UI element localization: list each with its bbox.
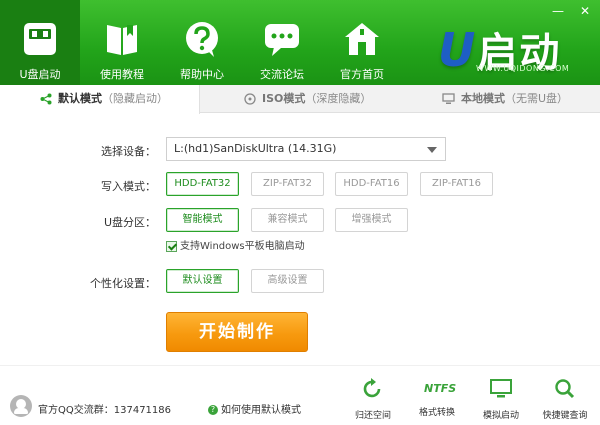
nav-label: 使用教程	[100, 68, 144, 81]
usb-drive-icon	[24, 23, 56, 55]
personalize-label: 个性化设置：	[90, 277, 156, 290]
help-icon	[186, 22, 218, 57]
minimize-button[interactable]: —	[552, 4, 564, 18]
nav-usb-boot[interactable]: U盘启动	[0, 0, 80, 85]
device-label: 选择设备：	[101, 145, 156, 158]
tablet-support-label: 支持Windows平板电脑启动	[180, 241, 305, 252]
logo-url: WWW.UQIDONG.COM	[476, 64, 570, 73]
footer-bar: 官方QQ交流群：137471186 ? 如何使用默认模式 归还空间 NTFS 格式…	[0, 365, 600, 425]
personal-option-advanced[interactable]: 高级设置	[251, 269, 324, 293]
partition-label: U盘分区：	[103, 216, 156, 229]
device-select[interactable]: L:(hd1)SanDiskUltra (14.31G)	[166, 137, 446, 161]
qq-group-text: 官方QQ交流群：137471186	[38, 405, 172, 416]
format-convert-button[interactable]: NTFS 格式转换	[412, 378, 462, 418]
nav-label: 官方首页	[340, 68, 384, 81]
write-option-zip-fat32[interactable]: ZIP-FAT32	[251, 172, 324, 196]
mode-tabs: 默认模式（隐藏启动） ISO模式（深度隐藏） 本地模式（无需U盘）	[0, 85, 600, 114]
personal-option-default[interactable]: 默认设置	[166, 269, 239, 293]
disc-icon	[244, 93, 256, 105]
tablet-support-row[interactable]: 支持Windows平板电脑启动	[166, 240, 305, 254]
tool-label: 快捷键查询	[542, 411, 588, 421]
nav-forum[interactable]: 交流论坛	[242, 0, 322, 85]
chevron-down-icon[interactable]	[427, 147, 437, 153]
restore-space-button[interactable]: 归还空间	[348, 378, 398, 421]
tool-label: 模拟启动	[482, 411, 519, 421]
tab-iso-mode[interactable]: ISO模式（深度隐藏）	[244, 85, 371, 113]
shortcut-query-button[interactable]: 快捷键查询	[540, 378, 590, 421]
partition-option-compat[interactable]: 兼容模式	[251, 208, 324, 232]
tab-title: 默认模式	[58, 92, 102, 105]
nav-label: 帮助中心	[180, 68, 224, 81]
write-mode-label: 写入模式：	[101, 180, 156, 193]
nav-help-center[interactable]: 帮助中心	[162, 0, 242, 85]
tool-label: 格式转换	[418, 408, 455, 418]
tab-hint: （无需U盘）	[505, 92, 569, 105]
tablet-support-checkbox[interactable]	[166, 240, 177, 252]
nav-homepage[interactable]: 官方首页	[322, 0, 402, 85]
simulate-boot-button[interactable]: 模拟启动	[476, 378, 526, 421]
header-bar: U盘启动 使用教程 帮助中心 交流论坛 官方首页 U启动 WWW.UQIDONG…	[0, 0, 600, 85]
restore-icon	[363, 378, 381, 398]
tab-title: 本地模式	[461, 92, 505, 105]
ntfs-icon: NTFS	[424, 382, 457, 395]
tab-local-mode[interactable]: 本地模式（无需U盘）	[442, 85, 568, 113]
tab-title: ISO模式	[262, 92, 306, 105]
tool-label: 归还空间	[354, 411, 391, 421]
device-select-value: L:(hd1)SanDiskUltra (14.31G)	[174, 142, 337, 155]
write-option-hdd-fat32[interactable]: HDD-FAT32	[166, 172, 239, 196]
partition-option-enhanced[interactable]: 增强模式	[335, 208, 408, 232]
help-default-mode-link[interactable]: ? 如何使用默认模式	[208, 401, 301, 416]
search-icon	[555, 379, 575, 399]
nav-tutorial[interactable]: 使用教程	[82, 0, 162, 85]
home-icon	[345, 23, 379, 55]
tab-hint: （隐藏启动）	[102, 92, 168, 105]
app-logo: U启动 WWW.UQIDONG.COM	[438, 20, 578, 77]
book-icon	[107, 25, 137, 55]
computer-icon	[442, 93, 455, 104]
chat-icon	[265, 24, 299, 56]
nav-label: U盘启动	[19, 68, 61, 81]
tab-default-mode[interactable]: 默认模式（隐藏启动）	[0, 85, 200, 114]
write-option-hdd-fat16[interactable]: HDD-FAT16	[335, 172, 408, 196]
tab-hint: （深度隐藏）	[305, 92, 372, 105]
info-icon: ?	[208, 405, 218, 415]
share-icon	[40, 93, 52, 105]
close-button[interactable]: ✕	[580, 4, 590, 18]
qq-icon	[10, 395, 32, 417]
monitor-icon	[490, 379, 512, 398]
write-option-zip-fat16[interactable]: ZIP-FAT16	[420, 172, 493, 196]
partition-option-smart[interactable]: 智能模式	[166, 208, 239, 232]
nav-label: 交流论坛	[260, 68, 304, 81]
start-make-button[interactable]: 开始制作	[166, 312, 308, 352]
